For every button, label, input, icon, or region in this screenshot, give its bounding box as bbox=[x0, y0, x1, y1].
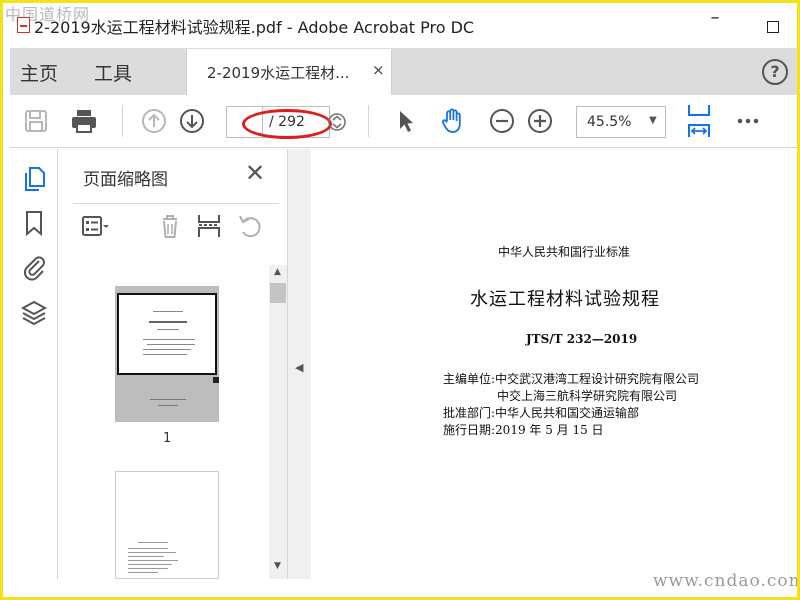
chevron-down-icon: ▼ bbox=[649, 115, 657, 126]
page-stepper-icon[interactable] bbox=[326, 111, 348, 133]
thumbnail-text-line bbox=[150, 399, 186, 400]
panel-divider bbox=[73, 203, 279, 204]
doc-header: 中华人民共和国行业标准 bbox=[498, 245, 631, 259]
watermark-bottom: www.cndao.com bbox=[653, 571, 797, 591]
zoom-out-icon[interactable] bbox=[488, 107, 516, 135]
zoom-select[interactable]: 45.5% ▼ bbox=[576, 106, 666, 138]
thumbnail-text-line bbox=[143, 354, 187, 355]
doc-line-approval: 批准部门:中华人民共和国交通运输部 bbox=[443, 406, 640, 420]
next-page-icon[interactable] bbox=[178, 107, 206, 135]
thumbnail-text-line bbox=[128, 556, 164, 557]
zoom-in-icon[interactable] bbox=[526, 107, 554, 135]
thumbnail-text-line bbox=[157, 329, 179, 330]
page-number-label: 1 bbox=[163, 431, 172, 446]
thumbnail-text-line bbox=[128, 552, 176, 553]
thumbnail-text-line bbox=[128, 564, 172, 565]
save-icon[interactable] bbox=[22, 107, 50, 135]
panel-collapse-strip[interactable]: ◀ bbox=[287, 149, 311, 579]
thumbnail-visible-area[interactable] bbox=[117, 293, 219, 383]
collapse-arrow-icon[interactable]: ◀ bbox=[295, 361, 303, 374]
thumbnail-text-line bbox=[138, 542, 168, 543]
thumbnail-panel: 页面缩略图 ✕ 1 ▲ ▼ bbox=[59, 149, 287, 579]
delete-page-icon[interactable] bbox=[155, 213, 185, 239]
page-thumbnail[interactable] bbox=[115, 286, 219, 422]
left-rail bbox=[10, 149, 58, 579]
doc-title: 水运工程材料试验规程 bbox=[470, 289, 660, 310]
select-tool-icon[interactable] bbox=[392, 107, 420, 135]
scrollbar-thumb[interactable] bbox=[270, 283, 286, 303]
thumbnail-text-line bbox=[143, 349, 191, 350]
resize-handle[interactable] bbox=[213, 377, 219, 383]
doc-line-editor: 主编单位:中交武汉港湾工程设计研究院有限公司 bbox=[443, 372, 700, 386]
document-view[interactable]: 中华人民共和国行业标准 水运工程材料试验规程 JTS/T 232—2019 主编… bbox=[312, 149, 797, 579]
thumbnail-text-line bbox=[128, 560, 178, 561]
layers-icon[interactable] bbox=[20, 299, 48, 327]
help-icon[interactable]: ? bbox=[762, 59, 788, 85]
page-thumbnails-icon[interactable] bbox=[20, 165, 48, 193]
zoom-value: 45.5% bbox=[587, 114, 632, 130]
app-window: 中国道桥网 2-2019水运工程材料试验规程.pdf - Adobe Acrob… bbox=[3, 3, 797, 597]
thumbnail-text-line bbox=[153, 311, 183, 312]
more-icon[interactable] bbox=[734, 107, 762, 135]
thumbnail-text-line bbox=[128, 568, 168, 569]
scroll-down-icon[interactable]: ▼ bbox=[274, 561, 281, 571]
doc-line-effective-date: 施行日期:2019 年 5 月 15 日 bbox=[443, 423, 604, 437]
fit-width-icon[interactable] bbox=[684, 103, 714, 139]
thumbnail-text-line bbox=[158, 405, 178, 406]
tab-bar: 主页 工具 2-2019水运工程材... × ? bbox=[10, 48, 797, 95]
bookmark-icon[interactable] bbox=[20, 209, 48, 237]
maximize-button[interactable] bbox=[767, 21, 779, 33]
thumbnail-text-line bbox=[149, 321, 187, 323]
print-icon[interactable] bbox=[70, 107, 98, 135]
thumbnail-scrollbar[interactable]: ▲ ▼ bbox=[269, 265, 287, 579]
close-tab-icon[interactable]: × bbox=[372, 61, 385, 79]
panel-title: 页面缩略图 bbox=[83, 170, 168, 190]
thumbnail-text-line bbox=[128, 548, 168, 549]
tab-document[interactable]: 2-2019水运工程材... × bbox=[186, 49, 392, 95]
thumbnail-text-line bbox=[143, 339, 195, 340]
tab-home[interactable]: 主页 bbox=[20, 59, 58, 86]
minimize-button[interactable]: – bbox=[703, 7, 727, 28]
thumbnail-options-icon[interactable] bbox=[81, 213, 111, 239]
toolbar-divider bbox=[122, 105, 123, 137]
scroll-up-icon[interactable]: ▲ bbox=[274, 267, 281, 277]
toolbar: / 292 45.5% ▼ bbox=[10, 95, 797, 148]
rotate-page-icon[interactable] bbox=[235, 213, 265, 239]
prev-page-icon[interactable] bbox=[140, 107, 168, 135]
doc-line-editor-2: 中交上海三航科学研究院有限公司 bbox=[497, 389, 678, 403]
toolbar-divider bbox=[368, 105, 369, 137]
pdf-file-icon bbox=[17, 17, 30, 33]
thumbnail-text-line bbox=[128, 572, 158, 573]
thumbnail-text-line bbox=[147, 344, 195, 345]
title-bar: 中国道桥网 2-2019水运工程材料试验规程.pdf - Adobe Acrob… bbox=[3, 3, 797, 45]
attachments-icon[interactable] bbox=[20, 253, 48, 281]
doc-code: JTS/T 232—2019 bbox=[526, 332, 638, 346]
close-icon[interactable]: ✕ bbox=[245, 159, 265, 187]
extract-page-icon[interactable] bbox=[195, 213, 225, 239]
annotation-red-oval bbox=[242, 109, 332, 139]
tab-tools[interactable]: 工具 bbox=[94, 59, 132, 86]
hand-tool-icon[interactable] bbox=[438, 107, 466, 135]
document-tab-label: 2-2019水运工程材... bbox=[207, 64, 350, 82]
page-thumbnail[interactable] bbox=[115, 471, 219, 579]
window-title: 2-2019水运工程材料试验规程.pdf - Adobe Acrobat Pro… bbox=[34, 18, 475, 37]
